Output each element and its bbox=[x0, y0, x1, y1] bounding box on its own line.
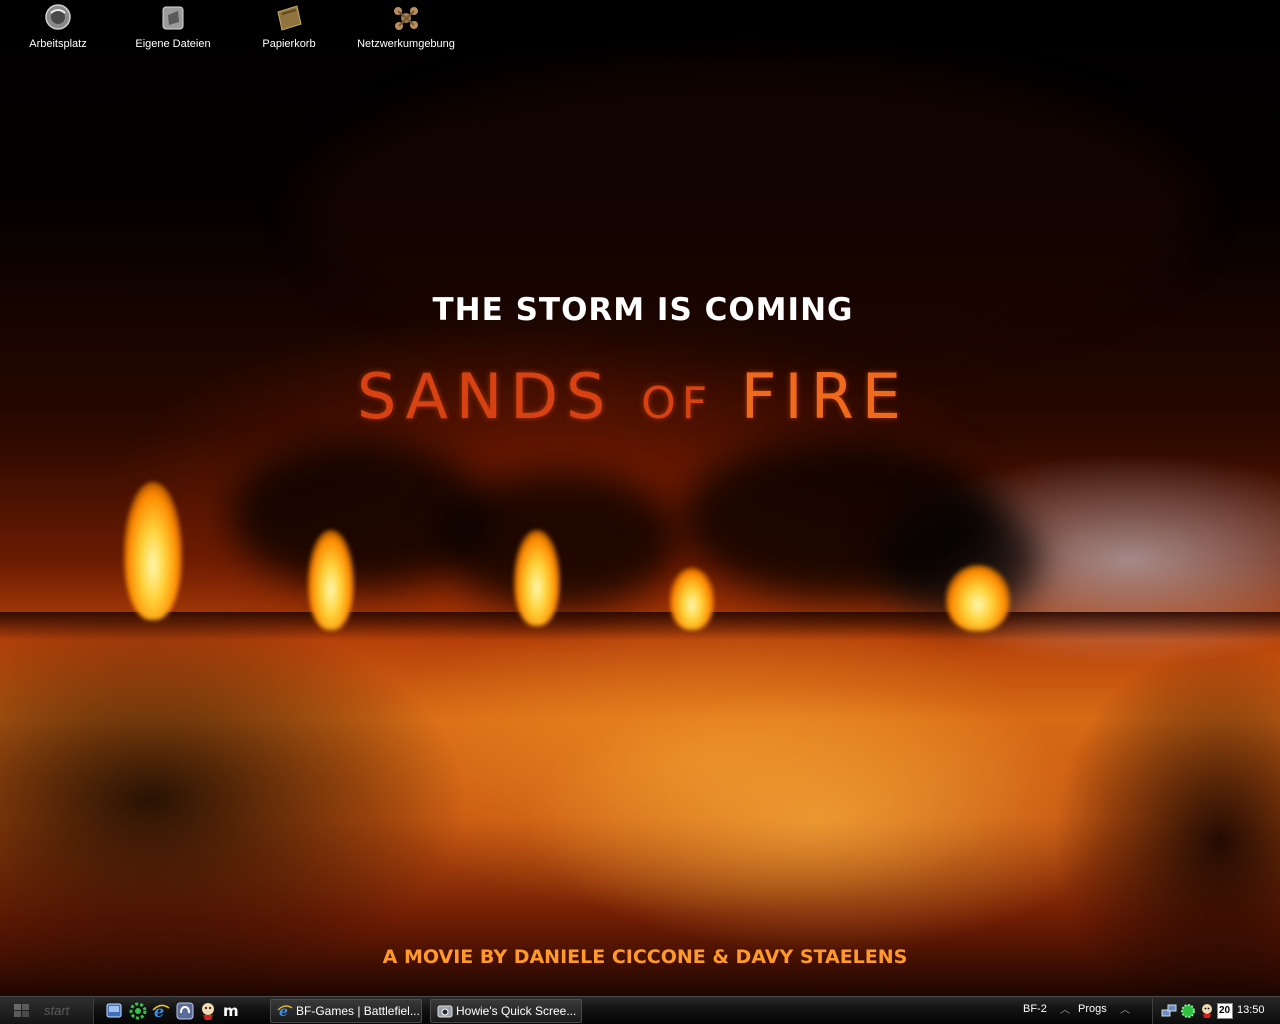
wallpaper-tagline: THE STORM IS COMING bbox=[432, 292, 854, 328]
oil-fire bbox=[670, 568, 714, 630]
wallpaper-credit: A MOVIE BY DANIELE CICCONE & DAVY STAELE… bbox=[382, 946, 908, 968]
oil-fire bbox=[124, 482, 182, 620]
oil-fire bbox=[946, 565, 1010, 631]
dark-corner bbox=[1000, 620, 1280, 996]
antivirus-icon[interactable] bbox=[1180, 1003, 1196, 1019]
messenger-icon[interactable] bbox=[198, 1001, 218, 1021]
windows-logo-icon bbox=[14, 1004, 29, 1017]
camera-icon bbox=[437, 1005, 453, 1018]
task-button-quick-screenshot[interactable]: Howie's Quick Scree... bbox=[430, 999, 582, 1023]
smoke-plume bbox=[440, 470, 680, 610]
start-button[interactable]: start bbox=[0, 998, 94, 1024]
desktop-icon-label: Netzwerkumgebung bbox=[357, 38, 455, 50]
oil-fire bbox=[514, 530, 560, 626]
desktop-icon-arbeitsplatz[interactable]: Arbeitsplatz bbox=[3, 2, 113, 50]
my-documents-icon bbox=[157, 2, 189, 34]
recycle-bin-icon bbox=[273, 2, 305, 34]
internet-explorer-icon: e bbox=[277, 1004, 293, 1019]
tank-silhouettes bbox=[0, 620, 560, 996]
oil-fire bbox=[308, 530, 354, 630]
toolbar-bf-2[interactable]: BF-2 bbox=[1023, 1003, 1047, 1015]
wallpaper-title: SANDS OF FIRE bbox=[0, 360, 1266, 433]
title-of: OF bbox=[641, 378, 714, 429]
clock[interactable]: 13:50 bbox=[1237, 1004, 1265, 1016]
media-player-icon[interactable] bbox=[175, 1001, 195, 1021]
svg-text:m: m bbox=[223, 1002, 239, 1020]
title-sands: SANDS bbox=[357, 360, 642, 433]
task-button-bf-games[interactable]: e BF-Games | Battlefiel... bbox=[270, 999, 422, 1023]
desktop-icon-netzwerkumgebung[interactable]: Netzwerkumgebung bbox=[351, 2, 461, 50]
start-label: start bbox=[44, 1003, 70, 1018]
settings-icon[interactable] bbox=[128, 1001, 148, 1021]
desktop-wallpaper: THE STORM IS COMING SANDS OF FIRE A MOVI… bbox=[0, 0, 1280, 996]
toolbar-progs[interactable]: Progs bbox=[1078, 1003, 1107, 1015]
task-label: BF-Games | Battlefiel... bbox=[296, 1004, 420, 1018]
taskbar: start e m e BF-Games | Battlefiel... How… bbox=[0, 996, 1280, 1024]
network-places-icon bbox=[390, 2, 422, 34]
desktop-icon-label: Arbeitsplatz bbox=[29, 38, 87, 50]
my-computer-icon bbox=[42, 2, 74, 34]
show-desktop-icon[interactable] bbox=[104, 1001, 124, 1021]
system-tray: 20 13:50 bbox=[1152, 998, 1280, 1024]
desktop-icon-label: Papierkorb bbox=[262, 38, 316, 50]
chevron-up-icon[interactable]: ︿ bbox=[1060, 1001, 1070, 1016]
m-app-icon[interactable]: m bbox=[221, 1001, 241, 1021]
calendar-icon[interactable]: 20 bbox=[1217, 1003, 1233, 1019]
desktop-icon-eigene-dateien[interactable]: Eigene Dateien bbox=[118, 2, 228, 50]
task-label: Howie's Quick Scree... bbox=[456, 1004, 577, 1018]
title-fire: FIRE bbox=[713, 360, 909, 433]
messenger-icon[interactable] bbox=[1199, 1003, 1215, 1019]
desktop-icon-label: Eigene Dateien bbox=[135, 38, 211, 50]
calendar-day: 20 bbox=[1219, 1005, 1231, 1016]
desktop-icon-papierkorb[interactable]: Papierkorb bbox=[234, 2, 344, 50]
network-icon[interactable] bbox=[1161, 1003, 1177, 1019]
internet-explorer-icon[interactable]: e bbox=[151, 1001, 171, 1021]
chevron-up-icon[interactable]: ︿ bbox=[1120, 1001, 1130, 1016]
